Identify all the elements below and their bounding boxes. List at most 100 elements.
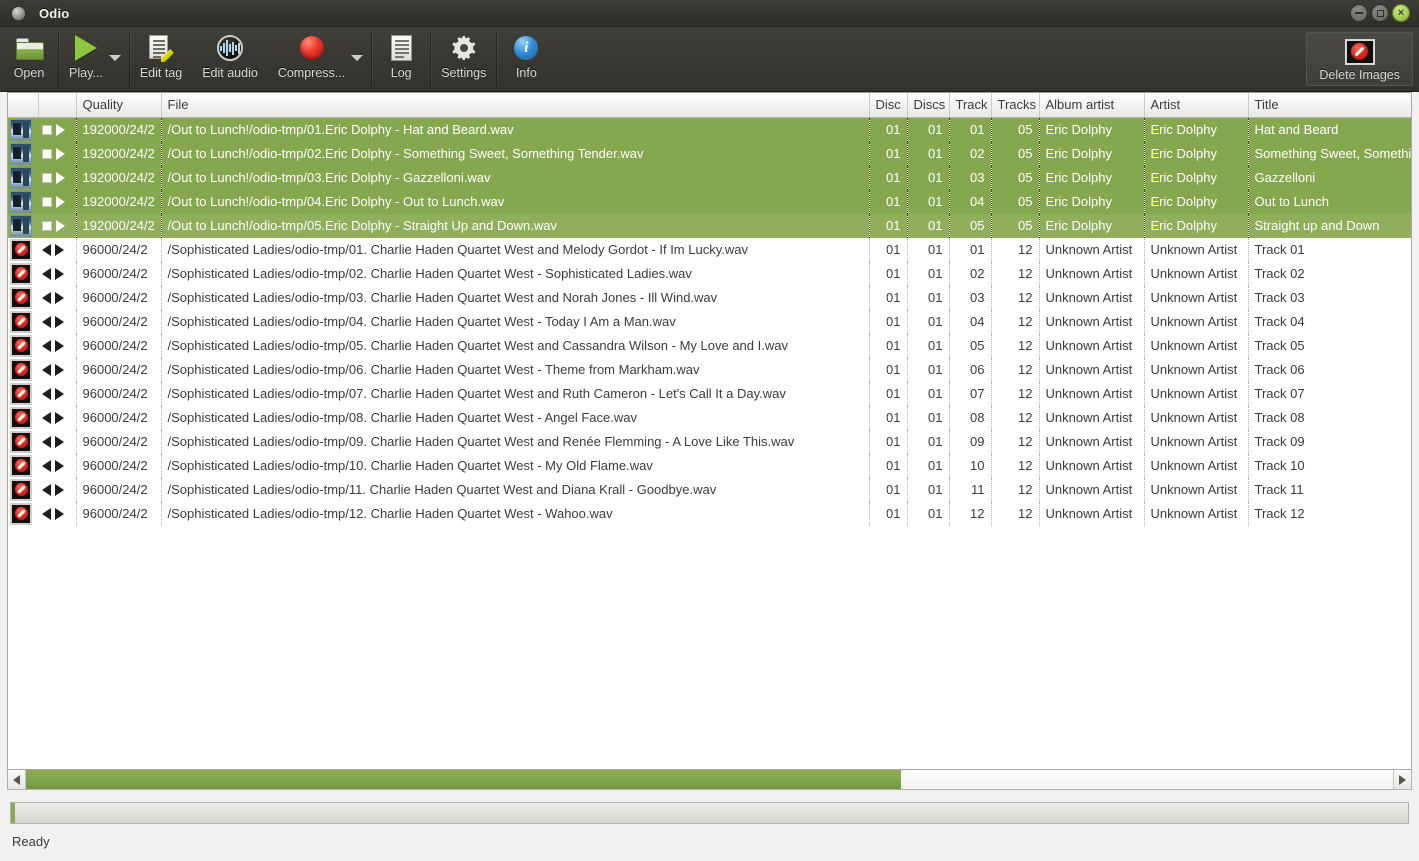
column-header-title[interactable]: Title bbox=[1248, 93, 1411, 118]
cell-disc[interactable]: 01 bbox=[869, 141, 908, 166]
table-row[interactable]: 192000/24/2/Out to Lunch!/odio-tmp/04.Er… bbox=[8, 189, 1411, 214]
cell-title[interactable]: Track 10 bbox=[1248, 453, 1411, 478]
cell-album_artist[interactable]: Unknown Artist bbox=[1039, 333, 1145, 358]
cell-disc[interactable]: 01 bbox=[869, 357, 908, 382]
table-row[interactable]: 192000/24/2/Out to Lunch!/odio-tmp/05.Er… bbox=[8, 213, 1411, 238]
info-button[interactable]: i Info bbox=[497, 27, 555, 91]
edit-audio-button[interactable]: Edit audio bbox=[192, 27, 268, 91]
previous-icon[interactable] bbox=[42, 459, 51, 472]
next-icon[interactable] bbox=[55, 435, 64, 448]
row-playback-controls[interactable] bbox=[38, 501, 77, 526]
cell-track[interactable]: 07 bbox=[949, 381, 992, 406]
cell-track[interactable]: 02 bbox=[949, 141, 992, 166]
cell-artist[interactable]: Unknown Artist bbox=[1144, 237, 1249, 262]
cell-title[interactable]: Track 01 bbox=[1248, 237, 1411, 262]
cell-tracks[interactable]: 05 bbox=[991, 165, 1040, 190]
cell-disc[interactable]: 01 bbox=[869, 189, 908, 214]
play-button[interactable]: Play... bbox=[59, 27, 129, 91]
cell-album_artist[interactable]: Unknown Artist bbox=[1039, 453, 1145, 478]
cell-quality[interactable]: 192000/24/2 bbox=[76, 189, 162, 214]
cell-track[interactable]: 12 bbox=[949, 501, 992, 526]
cell-tracks[interactable]: 12 bbox=[991, 429, 1040, 454]
cell-album_artist[interactable]: Eric Dolphy bbox=[1039, 117, 1145, 142]
cell-discs[interactable]: 01 bbox=[907, 381, 950, 406]
cell-file[interactable]: /Sophisticated Ladies/odio-tmp/03. Charl… bbox=[161, 285, 870, 310]
next-icon[interactable] bbox=[55, 483, 64, 496]
previous-icon[interactable] bbox=[42, 315, 51, 328]
cell-tracks[interactable]: 12 bbox=[991, 261, 1040, 286]
cell-quality[interactable]: 192000/24/2 bbox=[76, 165, 162, 190]
cell-album_artist[interactable]: Eric Dolphy bbox=[1039, 213, 1145, 238]
cell-file[interactable]: /Out to Lunch!/odio-tmp/05.Eric Dolphy -… bbox=[161, 213, 870, 238]
stop-icon[interactable] bbox=[42, 172, 52, 183]
cell-discs[interactable]: 01 bbox=[907, 333, 950, 358]
scroll-right-button[interactable] bbox=[1393, 770, 1411, 789]
cell-tracks[interactable]: 12 bbox=[991, 405, 1040, 430]
cell-discs[interactable]: 01 bbox=[907, 189, 950, 214]
cell-discs[interactable]: 01 bbox=[907, 117, 950, 142]
previous-icon[interactable] bbox=[42, 411, 51, 424]
cell-track[interactable]: 08 bbox=[949, 405, 992, 430]
cell-quality[interactable]: 96000/24/2 bbox=[76, 429, 162, 454]
cell-track[interactable]: 03 bbox=[949, 165, 992, 190]
cell-album_artist[interactable]: Unknown Artist bbox=[1039, 429, 1145, 454]
play-chevron-down-icon[interactable] bbox=[108, 55, 121, 61]
next-icon[interactable] bbox=[55, 411, 64, 424]
play-icon[interactable] bbox=[56, 195, 65, 208]
cell-disc[interactable]: 01 bbox=[869, 285, 908, 310]
cell-album_artist[interactable]: Unknown Artist bbox=[1039, 501, 1145, 526]
column-header-thumb[interactable] bbox=[8, 93, 39, 118]
cell-artist[interactable]: Unknown Artist bbox=[1144, 453, 1249, 478]
cell-file[interactable]: /Sophisticated Ladies/odio-tmp/07. Charl… bbox=[161, 381, 870, 406]
cell-file[interactable]: /Sophisticated Ladies/odio-tmp/05. Charl… bbox=[161, 333, 870, 358]
next-icon[interactable] bbox=[55, 507, 64, 520]
cell-artist[interactable]: Eric Dolphy bbox=[1144, 165, 1249, 190]
cell-file[interactable]: /Sophisticated Ladies/odio-tmp/08. Charl… bbox=[161, 405, 870, 430]
cell-disc[interactable]: 01 bbox=[869, 165, 908, 190]
cell-quality[interactable]: 96000/24/2 bbox=[76, 309, 162, 334]
cell-artist[interactable]: Unknown Artist bbox=[1144, 309, 1249, 334]
cell-track[interactable]: 01 bbox=[949, 237, 992, 262]
log-button[interactable]: Log bbox=[372, 27, 430, 91]
cell-track[interactable]: 06 bbox=[949, 357, 992, 382]
cell-artist[interactable]: Unknown Artist bbox=[1144, 381, 1249, 406]
cell-track[interactable]: 10 bbox=[949, 453, 992, 478]
cell-tracks[interactable]: 12 bbox=[991, 285, 1040, 310]
cell-tracks[interactable]: 12 bbox=[991, 333, 1040, 358]
cell-artist[interactable]: Eric Dolphy bbox=[1144, 189, 1249, 214]
table-row[interactable]: 96000/24/2/Sophisticated Ladies/odio-tmp… bbox=[8, 381, 1411, 406]
next-icon[interactable] bbox=[55, 243, 64, 256]
cell-file[interactable]: /Sophisticated Ladies/odio-tmp/11. Charl… bbox=[161, 477, 870, 502]
cell-title[interactable]: Hat and Beard bbox=[1248, 117, 1411, 142]
scrollbar-thumb[interactable] bbox=[26, 770, 901, 789]
cell-quality[interactable]: 96000/24/2 bbox=[76, 381, 162, 406]
row-playback-controls[interactable] bbox=[38, 117, 77, 142]
cell-title[interactable]: Out to Lunch bbox=[1248, 189, 1411, 214]
cell-quality[interactable]: 96000/24/2 bbox=[76, 237, 162, 262]
cell-file[interactable]: /Out to Lunch!/odio-tmp/03.Eric Dolphy -… bbox=[161, 165, 870, 190]
table-body-scroll[interactable]: 192000/24/2/Out to Lunch!/odio-tmp/01.Er… bbox=[8, 117, 1411, 769]
cell-track[interactable]: 09 bbox=[949, 429, 992, 454]
edit-tag-button[interactable]: Edit tag bbox=[130, 27, 192, 91]
row-playback-controls[interactable] bbox=[38, 309, 77, 334]
cell-title[interactable]: Something Sweet, Something Tender bbox=[1248, 141, 1411, 166]
cell-album_artist[interactable]: Unknown Artist bbox=[1039, 357, 1145, 382]
cell-tracks[interactable]: 05 bbox=[991, 141, 1040, 166]
compress-chevron-down-icon[interactable] bbox=[351, 55, 364, 61]
cell-title[interactable]: Track 08 bbox=[1248, 405, 1411, 430]
table-row[interactable]: 192000/24/2/Out to Lunch!/odio-tmp/03.Er… bbox=[8, 165, 1411, 190]
cell-file[interactable]: /Out to Lunch!/odio-tmp/02.Eric Dolphy -… bbox=[161, 141, 870, 166]
cell-track[interactable]: 03 bbox=[949, 285, 992, 310]
cell-artist[interactable]: Eric Dolphy bbox=[1144, 117, 1249, 142]
delete-images-button[interactable]: Delete Images bbox=[1306, 32, 1413, 86]
cell-quality[interactable]: 96000/24/2 bbox=[76, 477, 162, 502]
horizontal-scrollbar[interactable] bbox=[7, 770, 1412, 790]
settings-button[interactable]: Settings bbox=[431, 27, 496, 91]
row-playback-controls[interactable] bbox=[38, 357, 77, 382]
row-playback-controls[interactable] bbox=[38, 213, 77, 238]
table-row[interactable]: 96000/24/2/Sophisticated Ladies/odio-tmp… bbox=[8, 261, 1411, 286]
cell-tracks[interactable]: 12 bbox=[991, 381, 1040, 406]
cell-discs[interactable]: 01 bbox=[907, 357, 950, 382]
next-icon[interactable] bbox=[55, 291, 64, 304]
cell-album_artist[interactable]: Eric Dolphy bbox=[1039, 189, 1145, 214]
